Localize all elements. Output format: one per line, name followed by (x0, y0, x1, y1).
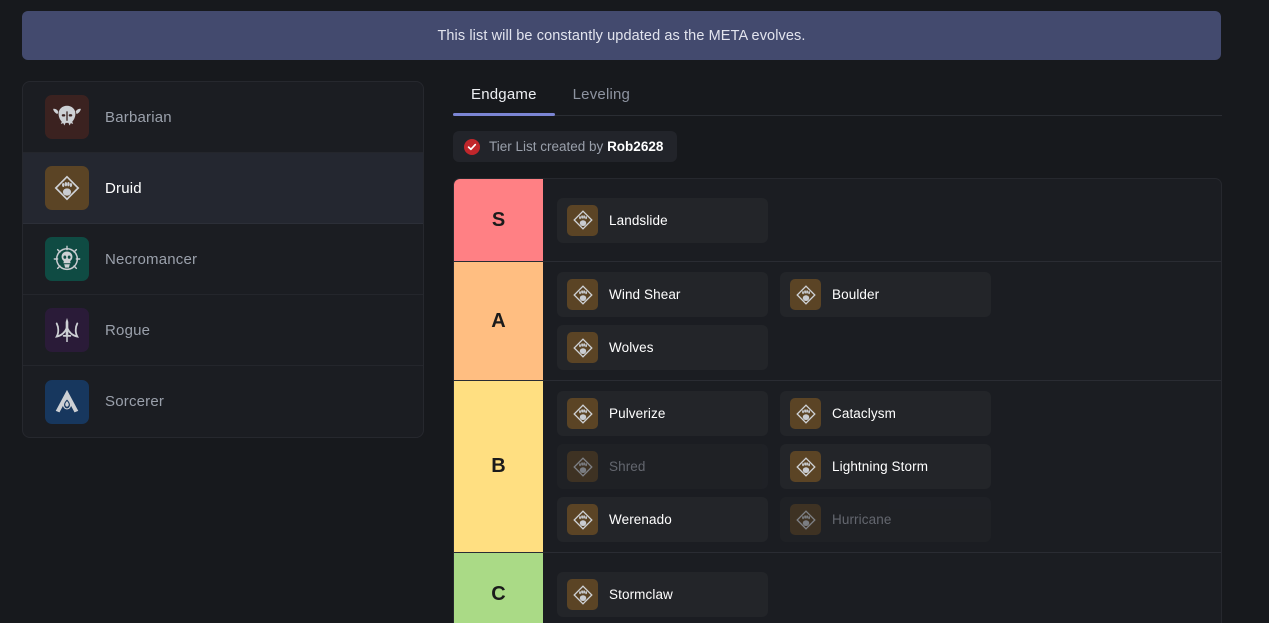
tier-list-page: This list will be constantly updated as … (0, 0, 1269, 623)
tier-label-S: S (454, 179, 543, 261)
tier-table: S Landslide A Wind Shear Boulder Wolves B Pulve… (453, 178, 1222, 623)
sidebar-item-label: Barbarian (105, 108, 172, 126)
skill-card[interactable]: Wind Shear (557, 272, 768, 317)
barbarian-helm-icon (45, 95, 89, 139)
skill-card[interactable]: Cataclysm (780, 391, 991, 436)
tier-label-B: B (454, 381, 543, 552)
sidebar-item-necromancer[interactable]: Necromancer (23, 224, 423, 295)
druid-paw-icon (790, 398, 821, 429)
skill-card[interactable]: Lightning Storm (780, 444, 991, 489)
druid-paw-icon (567, 204, 598, 236)
skill-card[interactable]: Hurricane (780, 497, 991, 542)
skill-name: Boulder (832, 287, 880, 302)
sidebar-item-label: Sorcerer (105, 393, 165, 410)
tier-items: Landslide (543, 179, 1221, 261)
druid-paw-icon (567, 579, 598, 610)
skill-card[interactable]: Shred (557, 444, 768, 489)
druid-paw-icon (567, 332, 598, 363)
tab-leveling[interactable]: Leveling (555, 86, 648, 115)
skill-name: Cataclysm (832, 406, 896, 421)
info-banner: This list will be constantly updated as … (22, 11, 1221, 60)
credit-badge: Tier List created by Rob2628 (453, 131, 678, 162)
tier-items: Wind Shear Boulder Wolves (543, 262, 1221, 380)
skill-card[interactable]: Pulverize (557, 391, 768, 436)
skill-card[interactable]: Landslide (557, 197, 768, 243)
info-banner-text: This list will be constantly updated as … (437, 27, 806, 44)
druid-paw-icon (45, 166, 89, 210)
skill-card[interactable]: Werenado (557, 497, 768, 542)
sidebar-item-rogue[interactable]: Rogue (23, 295, 423, 366)
skill-name: Werenado (609, 512, 672, 527)
necromancer-skull-icon (45, 237, 89, 281)
inactive-square-indicator[interactable] (387, 321, 405, 339)
druid-paw-icon (567, 398, 598, 429)
tier-label-C: C (454, 553, 543, 623)
credit-text: Tier List created by Rob2628 (489, 139, 663, 154)
inactive-square-indicator[interactable] (387, 393, 405, 411)
tier-items: Stormclaw (543, 553, 1221, 623)
skill-name: Hurricane (832, 512, 892, 527)
class-sidebar: Barbarian Druid Necromancer Rogue Sorcerer (22, 81, 424, 438)
skill-name: Pulverize (609, 406, 666, 421)
sidebar-item-label: Necromancer (105, 250, 198, 268)
skill-name: Lightning Storm (832, 459, 929, 474)
active-diamond-indicator[interactable] (387, 179, 405, 197)
tier-label-A: A (454, 262, 543, 380)
skill-card[interactable]: Wolves (557, 325, 768, 370)
check-circle-icon (464, 138, 480, 155)
sidebar-item-barbarian[interactable]: Barbarian (23, 82, 423, 153)
druid-paw-icon (567, 451, 598, 482)
tier-row-B: B Pulverize Cataclysm Shred Lightning Storm W… (454, 381, 1221, 553)
inactive-square-indicator[interactable] (387, 108, 405, 126)
skill-card[interactable]: Boulder (780, 272, 991, 317)
druid-paw-icon (790, 451, 821, 482)
skill-name: Wolves (609, 340, 654, 355)
skill-name: Shred (609, 459, 646, 474)
sidebar-item-label: Rogue (105, 321, 151, 339)
druid-paw-icon (567, 279, 598, 310)
tier-row-S: S Landslide (454, 179, 1221, 262)
credit-author: Rob2628 (607, 139, 664, 154)
skill-name: Wind Shear (609, 287, 681, 302)
tier-items: Pulverize Cataclysm Shred Lightning Storm We… (543, 381, 1221, 552)
skill-card[interactable]: Stormclaw (557, 572, 768, 617)
druid-paw-icon (567, 504, 598, 535)
skill-name: Landslide (609, 212, 668, 228)
skill-name: Stormclaw (609, 587, 673, 602)
sidebar-item-sorcerer[interactable]: Sorcerer (23, 366, 423, 437)
credit-prefix: Tier List created by (489, 139, 604, 154)
sidebar-item-label: Druid (105, 179, 142, 197)
main-content: Endgame Leveling Tier List created by Rob… (453, 72, 1222, 623)
sidebar-item-druid[interactable]: Druid (23, 153, 423, 224)
druid-paw-icon (790, 279, 821, 310)
rogue-dagger-bow-icon (45, 308, 89, 352)
tier-row-A: A Wind Shear Boulder Wolves (454, 262, 1221, 381)
inactive-square-indicator[interactable] (387, 250, 405, 268)
tier-row-C: C Stormclaw (454, 553, 1221, 623)
sorcerer-flame-icon (45, 379, 89, 424)
tab-bar: Endgame Leveling (453, 72, 1222, 116)
druid-paw-icon (790, 504, 821, 535)
tab-endgame[interactable]: Endgame (453, 86, 555, 116)
